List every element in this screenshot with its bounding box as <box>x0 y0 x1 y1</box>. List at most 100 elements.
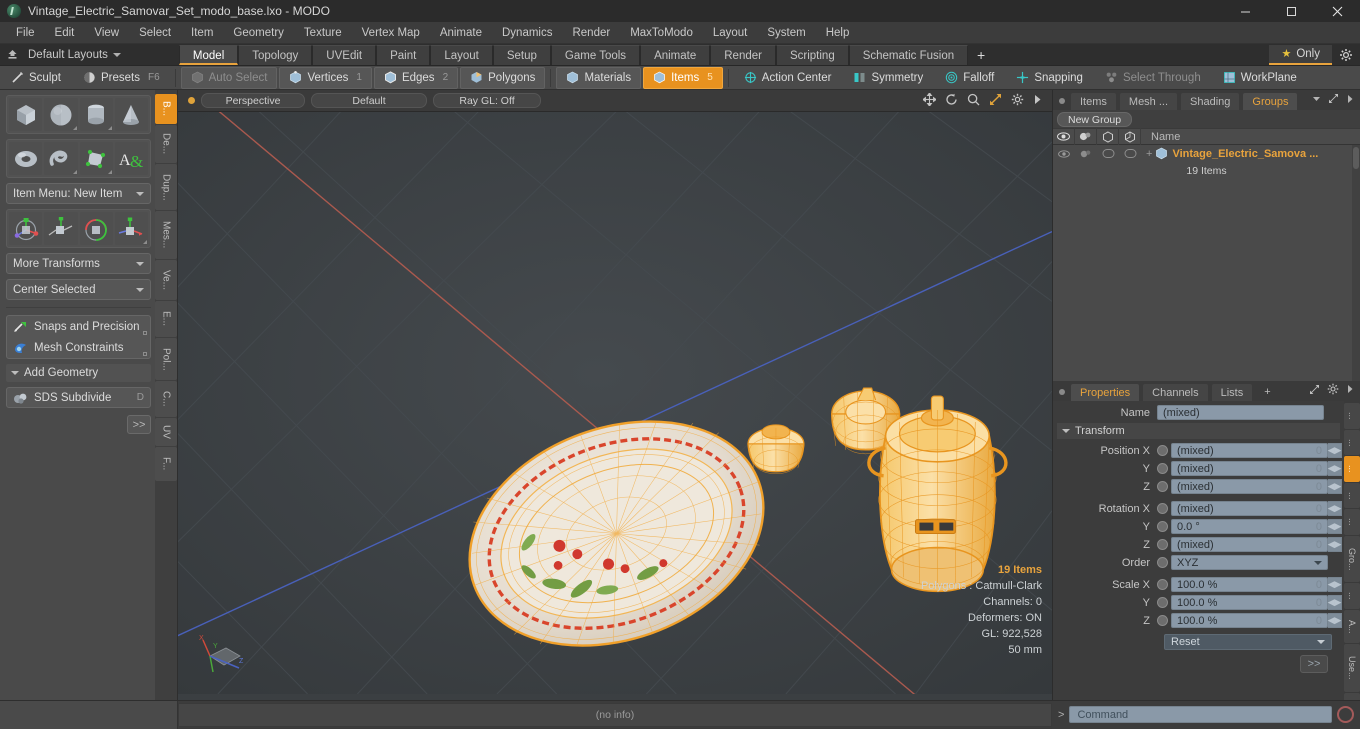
add-layout-tab-button[interactable]: + <box>968 45 994 65</box>
row-eye-icon[interactable] <box>1053 145 1075 162</box>
menu-geometry[interactable]: Geometry <box>223 22 294 44</box>
ptab-channels[interactable]: Channels <box>1142 383 1209 401</box>
rotation-x-spinner[interactable]: ◀▶ <box>1328 501 1342 516</box>
view-mode-dropdown[interactable]: Perspective <box>201 93 305 108</box>
home-arrow-icon[interactable] <box>0 44 24 66</box>
auto-select-button[interactable]: Auto Select <box>180 66 278 89</box>
center-selected-dropdown[interactable]: Center Selected <box>6 279 151 300</box>
tab-scripting[interactable]: Scripting <box>775 44 849 65</box>
rtab-items[interactable]: Items <box>1070 92 1117 110</box>
cube-icon[interactable] <box>9 98 43 131</box>
order-radio[interactable] <box>1157 557 1168 568</box>
rvtab-groups[interactable]: Gro... <box>1344 535 1360 583</box>
edges-mode-button[interactable]: Edges 2 <box>373 66 459 89</box>
tab-topology[interactable]: Topology <box>238 44 313 65</box>
vtab-uv[interactable]: UV <box>155 418 177 446</box>
vtab-c[interactable]: C... <box>155 381 177 417</box>
render-icon[interactable] <box>1075 128 1097 145</box>
vtab-duplicate[interactable]: Dup... <box>155 164 177 210</box>
items-mode-button[interactable]: Items 5 <box>643 66 723 89</box>
menu-vertex-map[interactable]: Vertex Map <box>352 22 430 44</box>
position-x-radio[interactable] <box>1157 445 1168 456</box>
sds-subdivide-button[interactable]: SDS Subdivide D <box>6 387 151 408</box>
rotation-y-spinner[interactable]: ◀▶ <box>1328 519 1342 534</box>
vtab-mesh[interactable]: Mes... <box>155 211 177 259</box>
snaps-and-precision-button[interactable]: Snaps and Precision <box>7 316 150 337</box>
menu-help[interactable]: Help <box>816 22 860 44</box>
gear-icon[interactable] <box>1327 383 1339 398</box>
only-toggle[interactable]: ★ Only <box>1269 44 1332 65</box>
rtab-mesh[interactable]: Mesh ... <box>1118 92 1179 110</box>
torus-icon[interactable] <box>9 142 43 175</box>
add-geometry-section[interactable]: Add Geometry <box>6 364 151 382</box>
wire-icon[interactable] <box>1119 128 1141 145</box>
sphere-icon[interactable] <box>44 98 78 131</box>
menu-select[interactable]: Select <box>129 22 181 44</box>
scale-x-radio[interactable] <box>1157 579 1168 590</box>
ptab-add[interactable]: + <box>1255 383 1279 401</box>
vertices-mode-button[interactable]: Vertices 1 <box>279 66 372 89</box>
command-input[interactable]: Command <box>1069 706 1332 723</box>
rvtab-1[interactable]: ... <box>1344 403 1360 429</box>
materials-mode-button[interactable]: Materials <box>556 66 642 89</box>
rotate-icon[interactable] <box>945 93 958 109</box>
scale-z-spinner[interactable]: ◀▶ <box>1328 613 1342 628</box>
tab-setup[interactable]: Setup <box>492 44 551 65</box>
position-x-input[interactable]: (mixed) 0 <box>1171 443 1328 458</box>
gear-icon[interactable] <box>1332 48 1360 62</box>
order-dropdown[interactable]: XYZ <box>1171 555 1328 570</box>
vtab-basic[interactable]: B... <box>155 94 177 124</box>
menu-system[interactable]: System <box>757 22 815 44</box>
position-x-spinner[interactable]: ◀▶ <box>1328 443 1342 458</box>
menu-view[interactable]: View <box>84 22 129 44</box>
close-button[interactable] <box>1314 0 1360 22</box>
tab-schematic-fusion[interactable]: Schematic Fusion <box>848 44 969 65</box>
tree-scrollbar[interactable] <box>1352 145 1360 381</box>
menu-texture[interactable]: Texture <box>294 22 352 44</box>
rotation-z-input[interactable]: (mixed) 0 <box>1171 537 1328 552</box>
menu-item[interactable]: Item <box>181 22 223 44</box>
scale-z-input[interactable]: 100.0 % 0 <box>1171 613 1328 628</box>
position-y-spinner[interactable]: ◀▶ <box>1328 461 1342 476</box>
menu-edit[interactable]: Edit <box>45 22 85 44</box>
rvtab-use[interactable]: Use... <box>1344 644 1360 692</box>
record-icon[interactable] <box>1337 706 1354 723</box>
position-z-radio[interactable] <box>1157 481 1168 492</box>
rvtab-7[interactable]: ... <box>1344 583 1360 609</box>
arrow-right-icon[interactable] <box>1033 94 1042 108</box>
scale-y-spinner[interactable]: ◀▶ <box>1328 595 1342 610</box>
tab-game-tools[interactable]: Game Tools <box>550 44 641 65</box>
left-panel-more-button[interactable]: >> <box>127 415 151 434</box>
rvtab-2[interactable]: ... <box>1344 429 1360 456</box>
rotation-y-radio[interactable] <box>1157 521 1168 532</box>
vtab-de[interactable]: De... <box>155 125 177 163</box>
row-shaded-toggle[interactable] <box>1097 145 1119 162</box>
scale-x-spinner[interactable]: ◀▶ <box>1328 577 1342 592</box>
ptab-lists[interactable]: Lists <box>1210 383 1254 401</box>
polygons-mode-button[interactable]: Polygons <box>460 66 546 89</box>
vtab-polygon[interactable]: Pol... <box>155 338 177 380</box>
position-y-input[interactable]: (mixed) 0 <box>1171 461 1328 476</box>
tree-expander[interactable]: + <box>1146 148 1152 160</box>
spiral-icon[interactable] <box>44 142 78 175</box>
rtab-shading[interactable]: Shading <box>1180 92 1241 110</box>
tab-paint[interactable]: Paint <box>376 44 431 65</box>
tab-layout[interactable]: Layout <box>430 44 493 65</box>
workplane-button[interactable]: WorkPlane <box>1213 67 1307 89</box>
default-layouts-dropdown[interactable]: Default Layouts <box>24 49 131 61</box>
rvtab-5[interactable]: ... <box>1344 509 1360 535</box>
maximize-icon[interactable] <box>989 93 1002 109</box>
vtab-vertex[interactable]: Ve... <box>155 260 177 300</box>
presets-button[interactable]: Presets F6 <box>73 67 170 89</box>
gear-icon[interactable] <box>1011 93 1024 109</box>
menu-layout[interactable]: Layout <box>703 22 758 44</box>
scale-y-input[interactable]: 100.0 % 0 <box>1171 595 1328 610</box>
position-y-radio[interactable] <box>1157 463 1168 474</box>
vtab-f[interactable]: F... <box>155 447 177 481</box>
tab-render[interactable]: Render <box>710 44 776 65</box>
shaded-icon[interactable] <box>1097 128 1119 145</box>
position-z-input[interactable]: (mixed) 0 <box>1171 479 1328 494</box>
polygon-pen-icon[interactable] <box>79 142 113 175</box>
rtab-groups[interactable]: Groups <box>1242 92 1299 110</box>
rvtab-3-active[interactable]: ... <box>1344 456 1360 482</box>
